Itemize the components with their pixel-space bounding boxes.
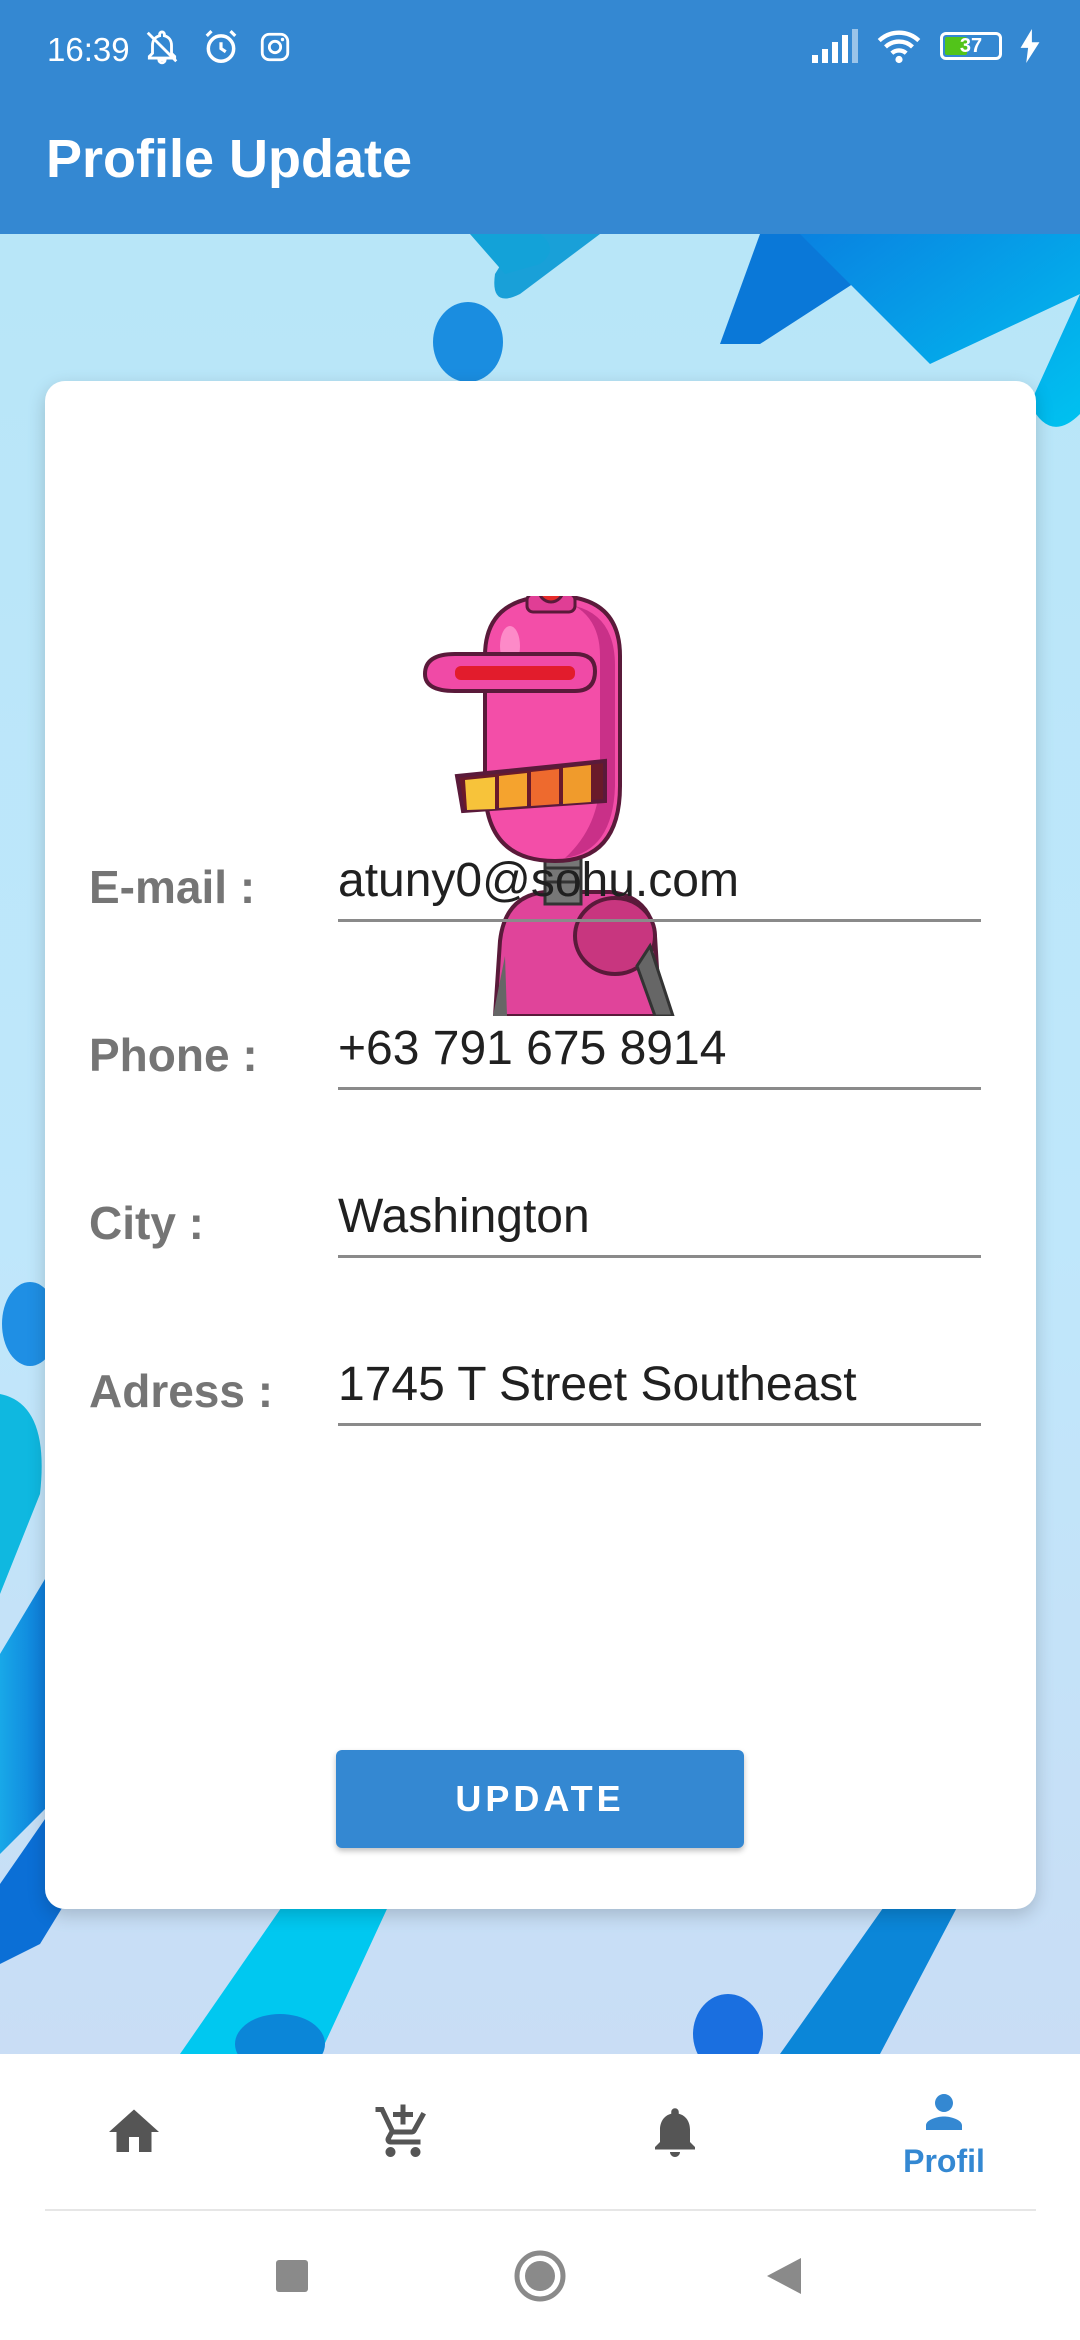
phone-field[interactable]	[338, 1010, 981, 1090]
status-bar: 16:39 37	[0, 0, 1080, 100]
battery-indicator: 37	[940, 32, 1002, 60]
email-field[interactable]	[338, 842, 981, 922]
back-icon[interactable]	[765, 2256, 803, 2296]
recent-apps-icon[interactable]	[274, 2258, 310, 2294]
nav-home[interactable]	[34, 2054, 234, 2210]
notifications-off-icon	[146, 30, 178, 65]
address-field[interactable]	[338, 1346, 981, 1426]
page-title: Profile Update	[46, 129, 413, 189]
address-label: Adress :	[89, 1365, 274, 1417]
bottom-navigation: Profil	[0, 2054, 1080, 2210]
update-button[interactable]: UPDATE	[336, 1750, 744, 1848]
profile-card: E-mail : Phone : City : Adress : UPDATE	[45, 381, 1036, 1909]
signal-icon	[812, 29, 858, 63]
email-label: E-mail :	[89, 861, 256, 913]
home-icon	[109, 2109, 159, 2152]
city-row: City :	[89, 1178, 981, 1258]
system-navigation-bar	[0, 2211, 1080, 2340]
address-row: Adress :	[89, 1346, 981, 1426]
nav-profile-label: Profil	[903, 2142, 985, 2179]
add-to-cart-icon	[375, 2104, 426, 2157]
phone-row: Phone :	[89, 1010, 981, 1090]
nav-notifications[interactable]	[575, 2054, 775, 2210]
home-button-icon[interactable]	[513, 2249, 567, 2303]
email-row: E-mail :	[89, 842, 981, 922]
city-label: City :	[89, 1197, 204, 1249]
status-time: 16:39	[47, 31, 130, 68]
robot-avatar	[422, 596, 675, 1016]
app-bar: 16:39 37 Profile Update	[0, 0, 1080, 234]
phone-label: Phone :	[89, 1029, 258, 1081]
instagram-icon	[260, 32, 290, 62]
nav-profile[interactable]: Profil	[844, 2054, 1044, 2210]
nav-cart[interactable]	[303, 2054, 503, 2210]
city-field[interactable]	[338, 1178, 981, 1258]
bell-icon	[655, 2108, 695, 2157]
charging-icon	[1020, 29, 1040, 63]
wifi-icon	[877, 30, 921, 64]
person-icon	[926, 2093, 962, 2130]
alarm-icon	[205, 30, 237, 63]
